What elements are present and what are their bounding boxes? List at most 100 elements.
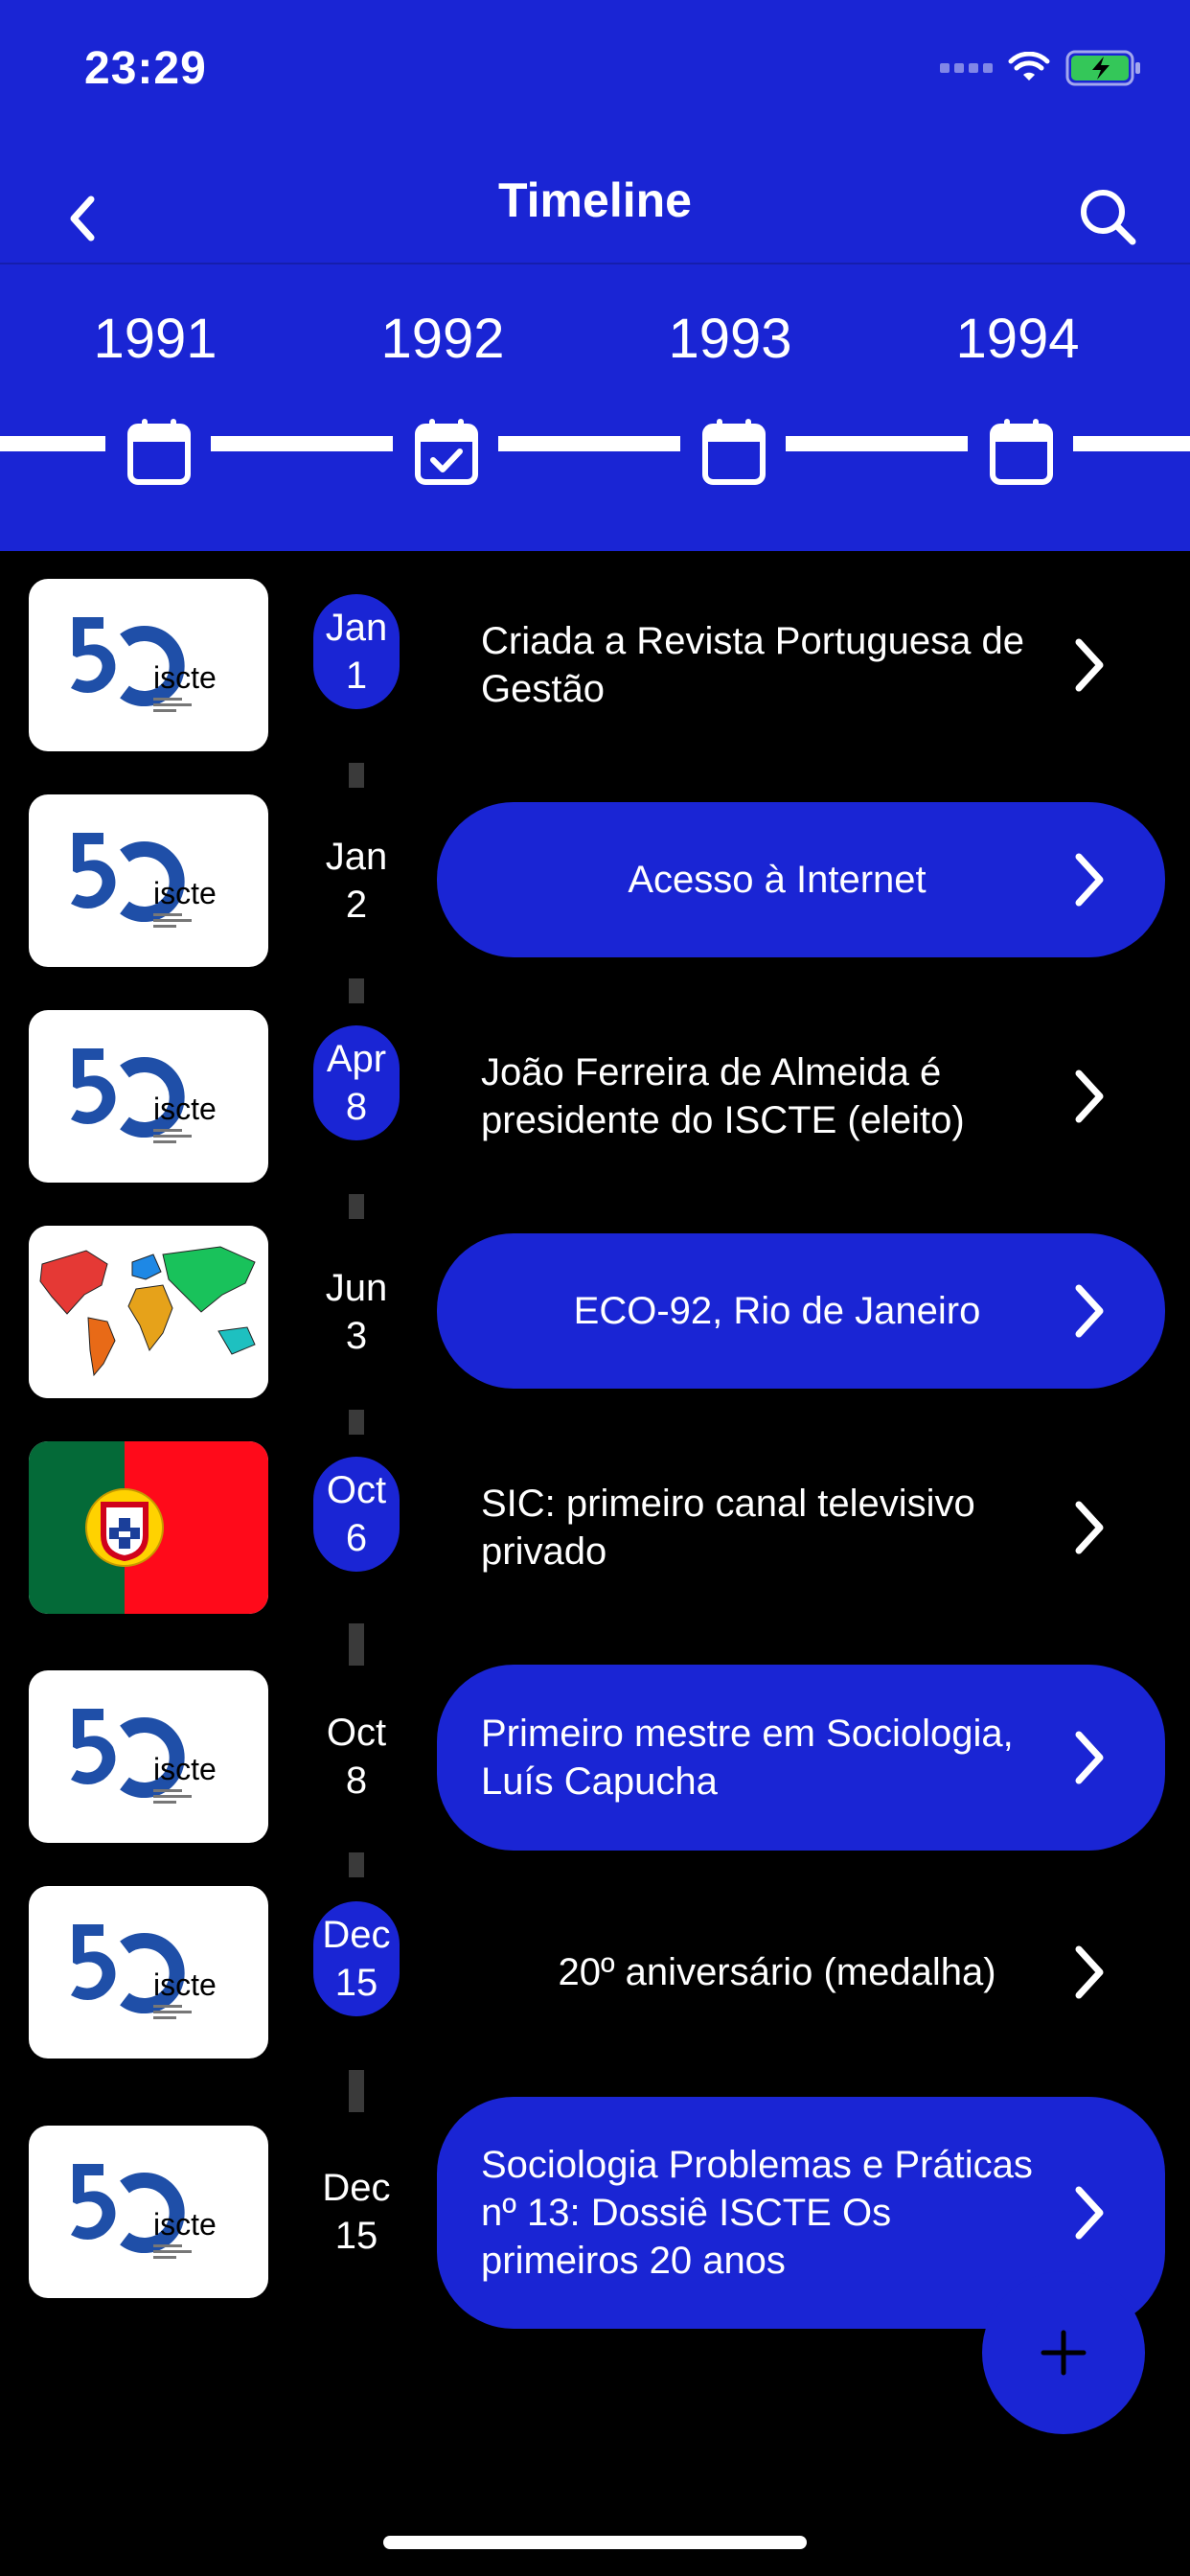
event-thumbnail[interactable]: iscte bbox=[29, 1010, 268, 1183]
event-card[interactable]: Primeiro mestre em Sociologia, Luís Capu… bbox=[437, 1665, 1165, 1851]
chevron-right-icon bbox=[1075, 1731, 1104, 1784]
year-tab-1991[interactable]: 1991 bbox=[40, 307, 270, 371]
event-card[interactable]: ECO-92, Rio de Janeiro bbox=[437, 1233, 1165, 1389]
timeline-track bbox=[498, 436, 680, 451]
add-event-button[interactable] bbox=[982, 2271, 1145, 2434]
event-date-month: Dec bbox=[322, 1914, 391, 1956]
event-date-day: 8 bbox=[345, 1086, 368, 1128]
event-card[interactable]: Criada a Revista Portuguesa de Gestão bbox=[437, 579, 1165, 751]
timeline-connector bbox=[349, 763, 364, 788]
event-thumbnail[interactable]: iscte bbox=[29, 2126, 268, 2298]
chevron-right-icon bbox=[1075, 638, 1104, 692]
plus-icon bbox=[1041, 2330, 1087, 2376]
event-date-day: 3 bbox=[345, 1315, 368, 1357]
event-title: Sociologia Problemas e Práticas nº 13: D… bbox=[481, 2144, 1033, 2282]
event-thumbnail[interactable]: iscte bbox=[29, 579, 268, 751]
cellular-signal-icon bbox=[940, 63, 993, 73]
event-title: Criada a Revista Portuguesa de Gestão bbox=[481, 620, 1024, 710]
event-thumbnail[interactable]: iscte bbox=[29, 1886, 268, 2058]
event-title: Primeiro mestre em Sociologia, Luís Capu… bbox=[481, 1713, 1014, 1803]
chevron-right-icon bbox=[1075, 1070, 1104, 1123]
event-title: Acesso à Internet bbox=[628, 859, 927, 901]
year-tab-1994[interactable]: 1994 bbox=[903, 307, 1133, 371]
timeline-track bbox=[211, 436, 393, 451]
event-date-month: Apr bbox=[326, 1038, 387, 1080]
nav-bar: Timeline bbox=[0, 153, 1190, 264]
event-date-day: 8 bbox=[345, 1760, 368, 1802]
event-date-month: Jun bbox=[325, 1267, 388, 1309]
year-tab-1992[interactable]: 1992 bbox=[328, 307, 558, 371]
event-date-day: 15 bbox=[334, 2215, 378, 2257]
svg-text:iscte: iscte bbox=[153, 876, 217, 910]
wifi-icon bbox=[1008, 52, 1050, 80]
event-date-month: Oct bbox=[326, 1469, 387, 1511]
event-date: Jan 2 bbox=[313, 833, 400, 929]
status-icons bbox=[940, 50, 1142, 86]
event-date-day: 6 bbox=[345, 1517, 368, 1559]
event-date-day: 15 bbox=[334, 1962, 378, 2004]
event-title: 20º aniversário (medalha) bbox=[558, 1951, 996, 1993]
event-card[interactable]: Acesso à Internet bbox=[437, 802, 1165, 957]
world-map-icon bbox=[29, 1226, 268, 1398]
search-button[interactable] bbox=[1075, 184, 1142, 251]
event-date: Dec 15 bbox=[313, 2164, 400, 2260]
event-title: João Ferreira de Almeida é presidente do… bbox=[481, 1051, 965, 1141]
iscte-50-logo-icon: iscte bbox=[71, 1924, 217, 2019]
status-time: 23:29 bbox=[84, 43, 207, 94]
event-date: Oct 8 bbox=[313, 1709, 400, 1805]
event-date-month: Dec bbox=[322, 2167, 391, 2209]
event-date-month: Jan bbox=[325, 607, 388, 649]
iscte-50-logo-icon: iscte bbox=[71, 833, 217, 928]
search-icon bbox=[1081, 190, 1136, 245]
event-title: SIC: primeiro canal televisivo privado bbox=[481, 1483, 975, 1573]
timeline-connector bbox=[349, 2070, 364, 2112]
event-card[interactable]: João Ferreira de Almeida é presidente do… bbox=[437, 1010, 1165, 1183]
event-thumbnail[interactable]: iscte bbox=[29, 1670, 268, 1843]
iscte-50-logo-icon: iscte bbox=[71, 1048, 217, 1143]
calendar-check-icon[interactable] bbox=[414, 417, 479, 486]
iscte-50-logo-icon: iscte bbox=[71, 1709, 217, 1804]
event-card[interactable]: SIC: primeiro canal televisivo privado bbox=[437, 1441, 1165, 1614]
event-thumbnail[interactable] bbox=[29, 1226, 268, 1398]
calendar-icon[interactable] bbox=[126, 417, 192, 486]
event-thumbnail[interactable] bbox=[29, 1441, 268, 1614]
timeline-connector bbox=[349, 1623, 364, 1666]
calendar-icon[interactable] bbox=[989, 417, 1054, 486]
event-card[interactable]: 20º aniversário (medalha) bbox=[437, 1886, 1165, 2058]
chevron-right-icon bbox=[1075, 1945, 1104, 1999]
event-date-month: Jan bbox=[325, 836, 388, 878]
timeline-track bbox=[1073, 436, 1190, 451]
home-indicator bbox=[383, 2536, 807, 2549]
chevron-right-icon bbox=[1075, 853, 1104, 907]
portugal-flag-icon bbox=[29, 1441, 268, 1614]
event-date: Dec 15 bbox=[313, 1901, 400, 2016]
event-thumbnail[interactable]: iscte bbox=[29, 794, 268, 967]
svg-text:iscte: iscte bbox=[153, 1967, 217, 2002]
calendar-icon[interactable] bbox=[701, 417, 767, 486]
event-date: Apr 8 bbox=[313, 1025, 400, 1140]
event-date: Oct 6 bbox=[313, 1457, 400, 1572]
svg-text:iscte: iscte bbox=[153, 1092, 217, 1126]
timeline-track bbox=[786, 436, 968, 451]
svg-text:iscte: iscte bbox=[153, 1752, 217, 1786]
chevron-right-icon bbox=[1075, 1501, 1104, 1554]
timeline-connector bbox=[349, 978, 364, 1003]
event-date-day: 1 bbox=[345, 655, 368, 697]
chevron-right-icon bbox=[1075, 1284, 1104, 1338]
page-title: Timeline bbox=[498, 173, 692, 227]
chevron-right-icon bbox=[1075, 2186, 1104, 2240]
event-date-day: 2 bbox=[345, 884, 368, 926]
timeline-connector bbox=[349, 1410, 364, 1435]
year-selector: 1991 1992 1993 1994 bbox=[0, 297, 1190, 393]
svg-text:iscte: iscte bbox=[153, 660, 217, 695]
svg-text:iscte: iscte bbox=[153, 2207, 217, 2242]
event-title: ECO-92, Rio de Janeiro bbox=[573, 1290, 981, 1332]
timeline-connector bbox=[349, 1852, 364, 1877]
event-date: Jun 3 bbox=[313, 1264, 400, 1360]
event-date-month: Oct bbox=[326, 1712, 387, 1754]
timeline-connector bbox=[349, 1194, 364, 1219]
event-date: Jan 1 bbox=[313, 594, 400, 709]
year-tab-1993[interactable]: 1993 bbox=[615, 307, 845, 371]
iscte-50-logo-icon: iscte bbox=[71, 2164, 217, 2259]
battery-charging-icon bbox=[1065, 50, 1140, 86]
